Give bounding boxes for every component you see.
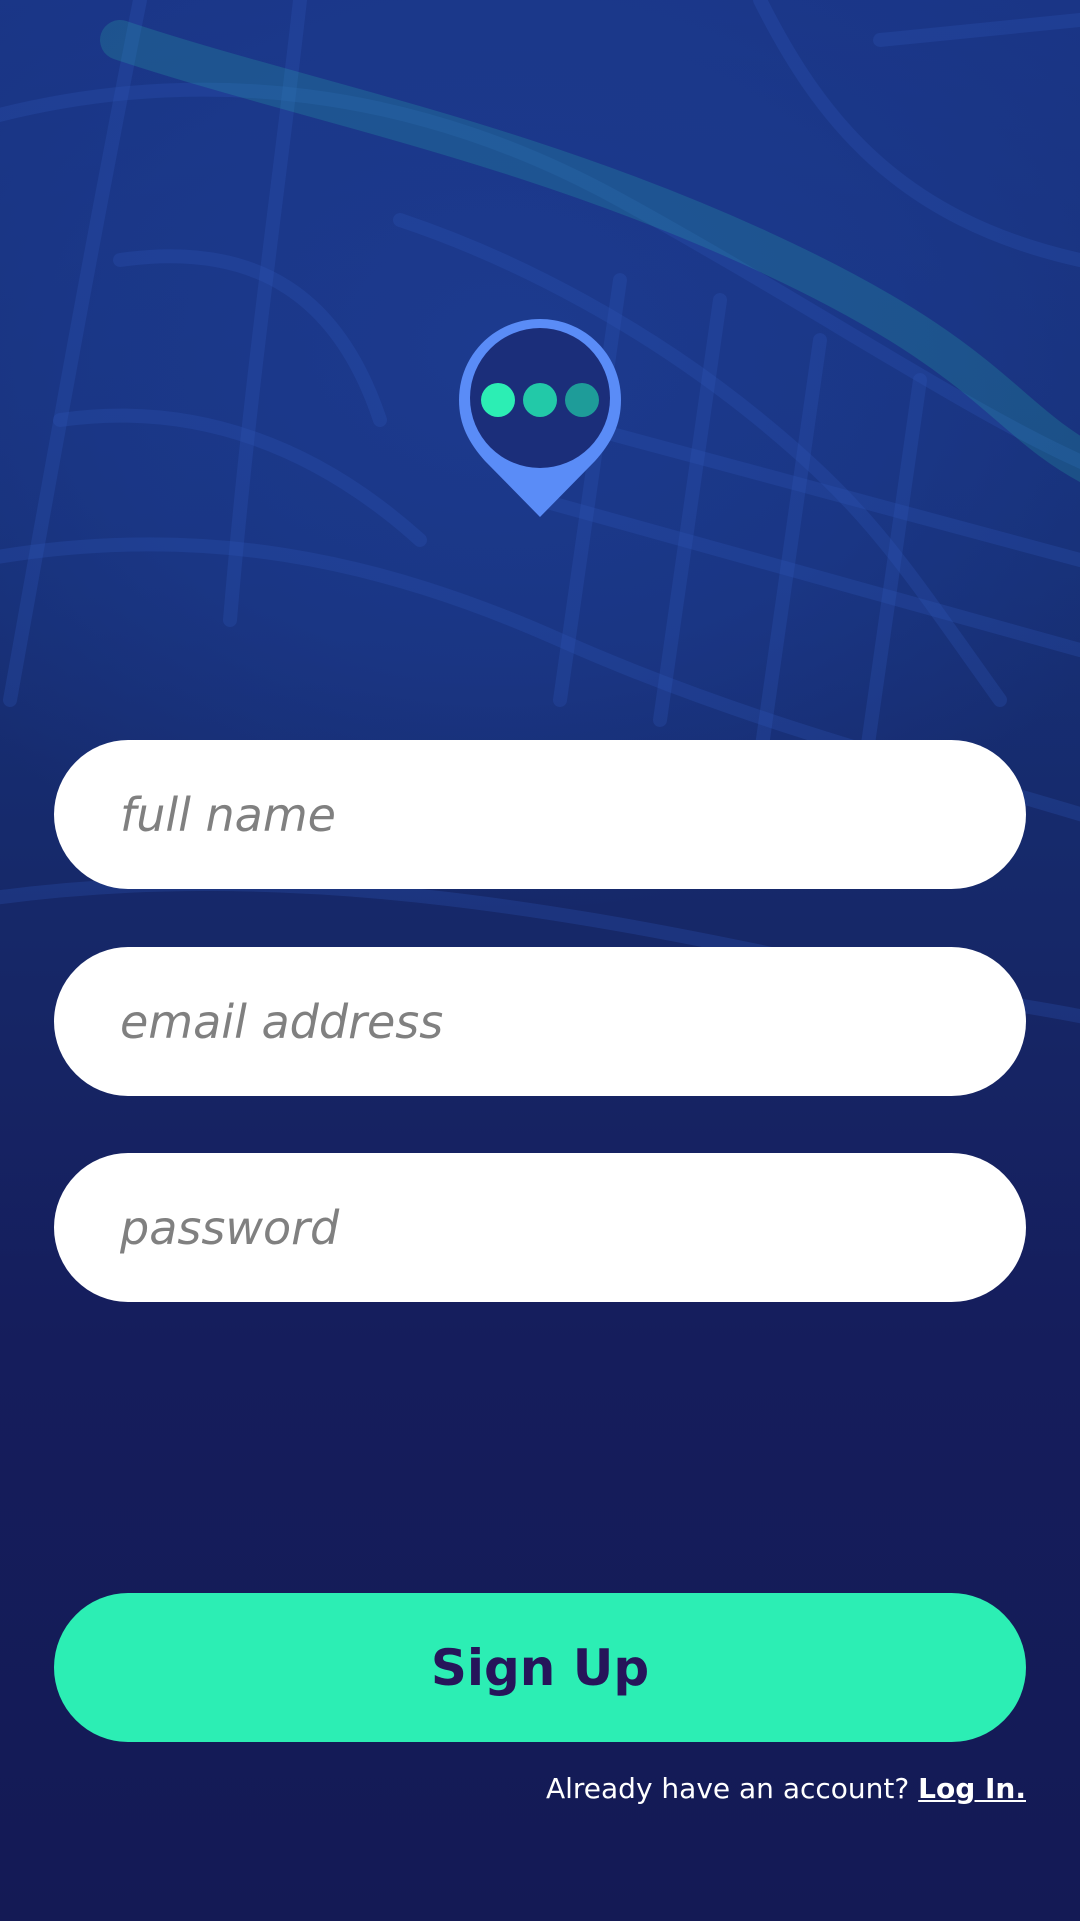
chat-dot-1 [481,383,515,417]
sign-up-button[interactable]: Sign Up [54,1593,1026,1742]
password-input[interactable] [118,1199,1026,1256]
chat-dot-2 [523,383,557,417]
email-input[interactable] [118,993,1026,1050]
password-field[interactable] [54,1153,1026,1302]
full-name-input[interactable] [118,786,1026,843]
location-pin-chat-icon [455,315,625,521]
log-in-link[interactable]: Log In. [918,1772,1026,1805]
login-prompt: Already have an account? Log In. [546,1772,1026,1805]
full-name-field[interactable] [54,740,1026,889]
login-prompt-text: Already have an account? [545,1772,919,1805]
chat-dot-3 [565,383,599,417]
email-field[interactable] [54,947,1026,1096]
